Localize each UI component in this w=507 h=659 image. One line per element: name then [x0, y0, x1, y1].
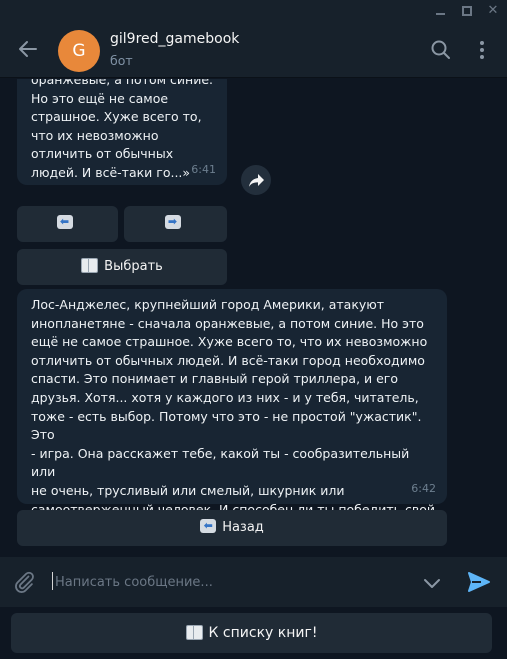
message-list[interactable]: оранжевые, а потом синие. Но это ещё не … [0, 79, 507, 555]
share-arrow-icon [249, 174, 264, 187]
back-button[interactable]: ⬅ Назад [17, 510, 447, 546]
book-list-button-label: К списку книг! [208, 625, 318, 641]
left-arrow-icon: ⬅ [200, 519, 217, 533]
select-button-label: Выбрать [104, 259, 163, 274]
right-arrow-icon: ➡ [164, 215, 181, 229]
message-time: 6:42 [411, 482, 436, 496]
forward-button[interactable] [241, 165, 271, 195]
message-text: оранжевые, а потом синие. Но это ещё не … [31, 79, 213, 180]
back-button-label: Назад [222, 520, 264, 535]
chat-title[interactable]: gil9red_gamebook [110, 31, 239, 47]
book-list-button[interactable]: К списку книг! [11, 613, 492, 653]
window-titlebar: ✕ [0, 0, 507, 22]
reply-keyboard: К списку книг! [0, 607, 507, 659]
avatar[interactable]: G [58, 30, 100, 72]
back-arrow-icon[interactable] [16, 37, 40, 61]
select-button[interactable]: Выбрать [17, 249, 227, 285]
open-book-icon [185, 625, 203, 640]
message-bubble: оранжевые, а потом синие. Но это ещё не … [17, 79, 227, 185]
next-page-button[interactable]: ➡ [124, 206, 227, 242]
text-caret [52, 572, 53, 590]
message-bubble: Лос-Анджелес, крупнейший город Америки, … [17, 289, 447, 535]
more-vertical-icon[interactable] [474, 39, 490, 61]
open-book-icon [81, 258, 99, 273]
close-icon[interactable]: ✕ [485, 3, 501, 19]
maximize-icon[interactable] [459, 3, 475, 19]
chevron-down-icon[interactable] [421, 572, 443, 594]
send-icon[interactable] [466, 569, 492, 595]
message-text: Лос-Анджелес, крупнейший город Америки, … [31, 297, 435, 535]
left-arrow-icon: ⬅ [56, 215, 73, 229]
message-composer [0, 557, 507, 607]
message-time: 6:41 [191, 163, 216, 177]
message-input[interactable] [55, 572, 385, 592]
prev-page-button[interactable]: ⬅ [17, 206, 118, 242]
minimize-icon[interactable] [433, 3, 449, 19]
chat-header: G gil9red_gamebook бот [0, 22, 507, 78]
paperclip-icon[interactable] [12, 570, 36, 594]
search-icon[interactable] [430, 39, 452, 61]
chat-subtitle: бот [110, 53, 133, 68]
